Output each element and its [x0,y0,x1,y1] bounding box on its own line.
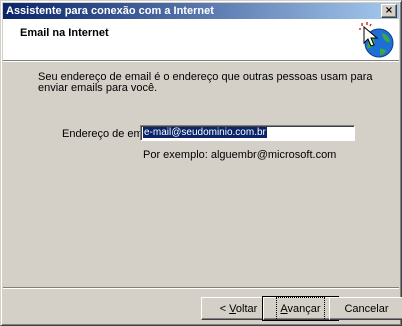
wizard-header: Email na Internet [3,19,399,60]
wizard-globe-cursor-icon [359,22,394,58]
close-button[interactable]: × [381,4,397,18]
close-icon: × [384,5,394,16]
email-field-value: e-mail@seudominio.com.br [143,127,267,138]
footer-divider [3,287,399,289]
email-example-text: Por exemplo: alguembr@microsoft.com [143,149,337,161]
cancel-button[interactable]: Cancelar [329,297,402,320]
header-divider [3,60,399,62]
title-bar[interactable]: Assistente para conexão com a Internet × [3,3,399,19]
window-title: Assistente para conexão com a Internet [6,5,214,17]
cancel-button-label: Cancelar [344,302,389,315]
back-button-prefix: < [219,302,230,315]
next-button-label: vançar [287,302,321,315]
back-button-accel: V [229,302,236,315]
next-button-accel: A [280,302,288,315]
wizard-dialog: Assistente para conexão com a Internet ×… [0,0,402,326]
description-text: Seu endereço de email é o endereço que o… [38,71,373,94]
next-button[interactable]: Avançar [262,296,339,321]
page-title: Email na Internet [20,27,109,39]
back-button-label: oltar [235,302,258,315]
email-field[interactable]: e-mail@seudominio.com.br [140,125,355,141]
